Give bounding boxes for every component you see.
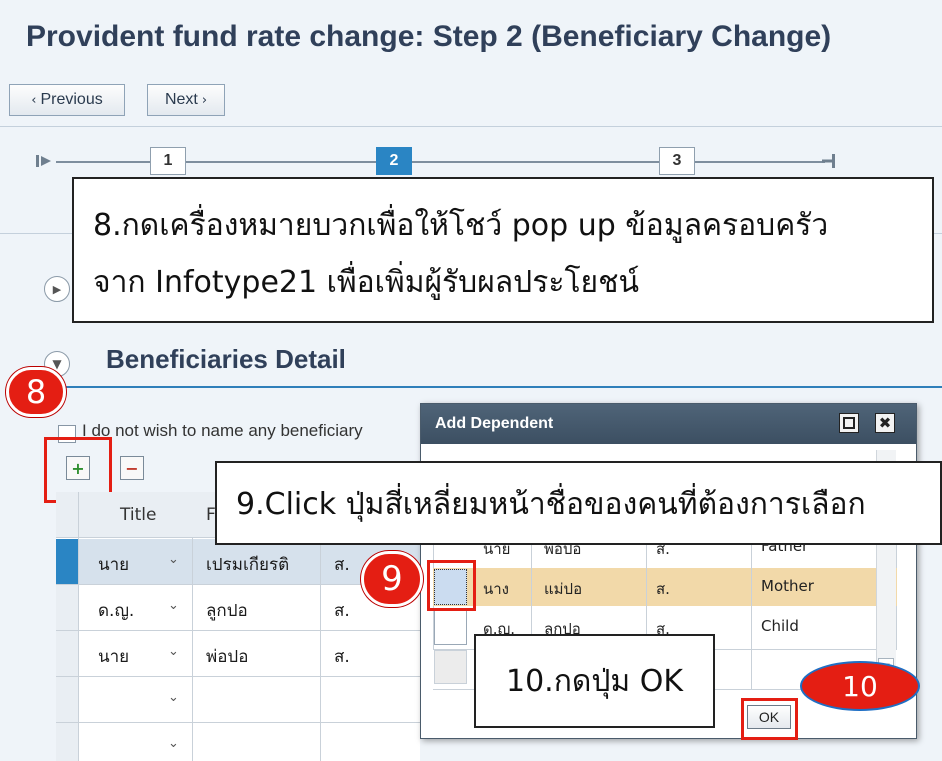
row-selector[interactable] — [56, 539, 78, 584]
close-icon[interactable]: ✖ — [875, 413, 895, 433]
roadmap-line — [412, 161, 659, 163]
header-divider — [0, 126, 942, 127]
chevron-down-icon[interactable]: ⌄ — [168, 598, 179, 613]
dependent-relation[interactable]: Mother — [761, 577, 814, 595]
row-title[interactable]: ด.ญ. — [98, 597, 134, 624]
step-3[interactable]: 3 — [659, 147, 695, 175]
badge-step-10: 10 — [800, 661, 920, 711]
callout-8-line2: จาก Infotype21 เพื่อเพิ่มผู้รับผลประโยชน… — [93, 265, 640, 300]
chevron-down-icon[interactable]: ⌄ — [168, 690, 179, 705]
callout-step-10: 10.กดปุ่ม OK — [474, 634, 715, 728]
row-selector[interactable] — [56, 585, 78, 630]
dependent-row-select-box[interactable] — [434, 609, 467, 645]
row-last-name[interactable]: ส. — [334, 551, 350, 578]
chevron-right-icon: › — [201, 92, 208, 108]
dependent-row-select-box[interactable] — [434, 650, 467, 684]
dependent-first-name[interactable]: แม่ปอ — [544, 577, 582, 601]
expand-panel-icon[interactable]: ▶ — [44, 276, 70, 302]
row-title[interactable]: นาย — [98, 551, 129, 578]
step-2[interactable]: 2 — [376, 147, 412, 175]
row-last-name[interactable]: ส. — [334, 643, 350, 670]
next-label: Next — [164, 91, 198, 108]
callout-8-line1: 8.กดเครื่องหมายบวกเพื่อให้โชว์ pop up ข้… — [93, 208, 829, 243]
dependent-title[interactable]: นาง — [483, 577, 509, 601]
previous-button[interactable]: ‹ Previous — [9, 84, 125, 116]
minus-icon: − — [125, 458, 139, 478]
step-1[interactable]: 1 — [150, 147, 186, 175]
row-selector[interactable] — [56, 631, 78, 676]
row-first-name[interactable]: พ่อปอ — [206, 643, 248, 670]
badge-step-8: 8 — [6, 367, 66, 417]
chevron-down-icon[interactable]: ⌄ — [168, 644, 179, 659]
row-first-name[interactable]: เปรมเกียรติ — [206, 551, 289, 578]
badge-step-9: 9 — [361, 551, 423, 607]
maximize-icon[interactable] — [839, 413, 859, 433]
row-selector[interactable] — [56, 723, 78, 761]
row-title[interactable]: นาย — [98, 643, 129, 670]
roadmap-line — [695, 161, 825, 163]
roadmap-line — [56, 161, 152, 163]
remove-row-button[interactable]: − — [120, 456, 144, 480]
no-beneficiary-label: I do not wish to name any beneficiary — [82, 421, 363, 440]
chevron-down-icon[interactable]: ⌄ — [168, 552, 179, 567]
dependent-relation[interactable]: Child — [761, 617, 799, 635]
section-underline — [56, 386, 942, 388]
dependent-last-name[interactable]: ส. — [656, 577, 670, 601]
row-last-name[interactable]: ส. — [334, 597, 350, 624]
roadmap-start-icon — [36, 153, 54, 173]
page-title: Provident fund rate change: Step 2 (Bene… — [26, 20, 832, 53]
highlight-select-box — [427, 560, 476, 611]
callout-step-8: 8.กดเครื่องหมายบวกเพื่อให้โชว์ pop up ข้… — [72, 177, 934, 323]
row-selector[interactable] — [56, 677, 78, 722]
previous-label: Previous — [40, 91, 103, 108]
highlight-ok-button — [741, 698, 798, 740]
row-first-name[interactable]: ลูกปอ — [206, 597, 248, 624]
chevron-left-icon: ‹ — [31, 92, 37, 108]
next-button[interactable]: Next › — [147, 84, 225, 116]
roadmap-end-icon — [822, 152, 838, 174]
section-title: Beneficiaries Detail — [106, 344, 346, 374]
chevron-down-icon[interactable]: ⌄ — [168, 736, 179, 751]
callout-step-9: 9.Click ปุ่มสี่เหลี่ยมหน้าชื่อของคนที่ต้… — [215, 461, 942, 545]
header-title: Title — [120, 505, 157, 525]
roadmap-line — [185, 161, 376, 163]
